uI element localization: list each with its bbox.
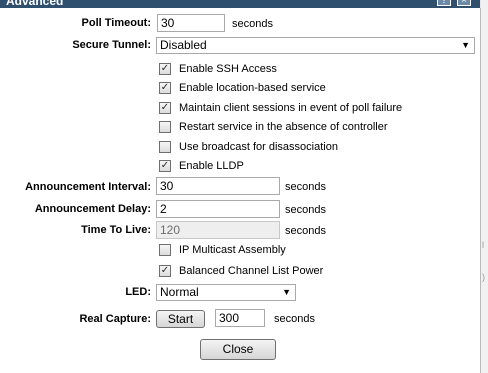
- poll-timeout-label: Poll Timeout:: [81, 17, 151, 29]
- close-icon[interactable]: ×: [457, 0, 471, 6]
- checkbox-box[interactable]: [159, 121, 171, 133]
- led-value: Normal: [160, 285, 199, 299]
- background-page-strip: l ): [481, 0, 488, 373]
- checkbox-box[interactable]: [159, 141, 171, 153]
- advanced-settings-dialog: Poll Timeout: 30 seconds Secure Tunnel: …: [0, 8, 481, 373]
- chevron-down-icon: ▼: [461, 40, 470, 50]
- time-to-live-unit: seconds: [285, 225, 326, 237]
- checkbox-box[interactable]: ✓: [159, 63, 171, 75]
- dialog-titlebar[interactable]: Advanced ? ×: [0, 0, 480, 8]
- real-capture-input[interactable]: 300: [215, 309, 265, 327]
- background-text: ): [482, 272, 485, 282]
- background-text: l: [482, 240, 484, 250]
- secure-tunnel-select[interactable]: Disabled ▼: [156, 37, 475, 54]
- secure-tunnel-label: Secure Tunnel:: [72, 39, 151, 51]
- announcement-interval-input[interactable]: 30: [156, 177, 280, 195]
- poll-timeout-input[interactable]: 30: [157, 14, 225, 32]
- checkbox-box[interactable]: ✓: [159, 102, 171, 114]
- time-to-live-label: Time To Live:: [81, 224, 151, 236]
- led-select[interactable]: Normal ▼: [156, 284, 296, 301]
- checkbox-box[interactable]: [159, 244, 171, 256]
- announcement-delay-label: Announcement Delay:: [34, 203, 151, 215]
- checkbox-label: Restart service in the absence of contro…: [179, 121, 388, 133]
- close-button[interactable]: Close: [200, 339, 276, 360]
- checkbox-label: Use broadcast for disassociation: [179, 141, 338, 153]
- checkbox-label: Balanced Channel List Power: [179, 265, 324, 277]
- secure-tunnel-value: Disabled: [160, 38, 207, 52]
- announcement-interval-unit: seconds: [285, 181, 326, 193]
- chevron-down-icon: ▼: [282, 287, 291, 297]
- poll-timeout-unit: seconds: [232, 18, 273, 30]
- announcement-delay-input[interactable]: 2: [156, 200, 280, 218]
- dialog-title: Advanced: [6, 0, 64, 8]
- checkbox-box[interactable]: ✓: [159, 265, 171, 277]
- led-label: LED:: [125, 286, 151, 298]
- announcement-interval-label: Announcement Interval:: [25, 181, 151, 193]
- help-icon[interactable]: ?: [437, 0, 451, 6]
- checkbox-label: Enable LLDP: [179, 160, 244, 172]
- real-capture-unit: seconds: [274, 313, 315, 325]
- checkbox-box[interactable]: ✓: [159, 82, 171, 94]
- checkbox-label: Maintain client sessions in event of pol…: [179, 102, 403, 114]
- time-to-live-input: 120: [156, 221, 280, 239]
- real-capture-label: Real Capture:: [79, 313, 151, 325]
- checkbox-label: IP Multicast Assembly: [179, 244, 286, 256]
- checkbox-box[interactable]: ✓: [159, 160, 171, 172]
- checkbox-label: Enable location-based service: [179, 82, 326, 94]
- checkbox-label: Enable SSH Access: [179, 63, 277, 75]
- announcement-delay-unit: seconds: [285, 204, 326, 216]
- start-capture-button[interactable]: Start: [156, 310, 205, 328]
